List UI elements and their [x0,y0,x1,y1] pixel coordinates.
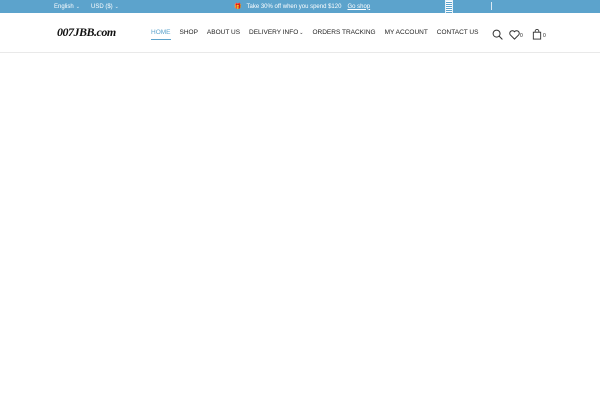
nav-home[interactable]: HOME [151,29,171,40]
chevron-down-icon: ⌄ [114,3,119,10]
language-label: English [54,3,74,10]
main-navigation: HOME SHOP ABOUT US DELIVERY INFO⌄ ORDERS… [151,29,487,40]
nav-home-label: HOME [151,29,171,36]
site-logo[interactable]: 007JBB.com [57,25,116,40]
top-promo-bar: English ⌄ USD ($) ⌄ 🎁 Take 30% off when … [0,0,600,15]
nav-my-account[interactable]: MY ACCOUNT [385,29,428,36]
search-icon[interactable] [492,27,503,45]
nav-shop-label: SHOP [179,29,198,36]
nav-delivery-info-label: DELIVERY INFO [249,29,299,36]
nav-orders-tracking-label: ORDERS TRACKING [312,29,376,36]
shopping-bag-icon [532,29,542,40]
nav-about-us[interactable]: ABOUT US [207,29,240,36]
gift-icon: 🎁 [234,4,242,10]
wishlist-count: 0 [520,33,523,39]
chevron-down-icon: ⌄ [299,30,304,36]
topbar-divider [491,2,492,10]
go-shop-link[interactable]: Go shop [347,4,370,10]
nav-contact-us[interactable]: CONTACT US [437,29,479,36]
nav-about-us-label: ABOUT US [206,29,241,36]
nav-delivery-info[interactable]: DELIVERY INFO⌄ [249,29,303,36]
nav-shop[interactable]: SHOP [180,29,198,36]
site-header: 007JBB.com HOME SHOP ABOUT US DELIVERY I… [0,13,600,53]
nav-orders-tracking[interactable]: ORDERS TRACKING [312,29,375,36]
nav-contact-us-label: CONTACT US [436,29,479,36]
promo-message: 🎁 Take 30% off when you spend $120 Go sh… [234,0,370,13]
nav-my-account-label: MY ACCOUNT [384,29,428,36]
wishlist-button[interactable]: 0 [509,27,523,45]
language-selector[interactable]: English ⌄ [54,0,80,13]
chevron-down-icon: ⌄ [75,3,80,10]
currency-label: USD ($) [91,3,113,10]
cart-count: 0 [543,33,546,39]
promo-text: Take 30% off when you spend $120 [246,3,342,10]
currency-selector[interactable]: USD ($) ⌄ [91,0,119,13]
cart-button[interactable]: 0 [532,27,546,45]
heart-icon [509,30,520,40]
